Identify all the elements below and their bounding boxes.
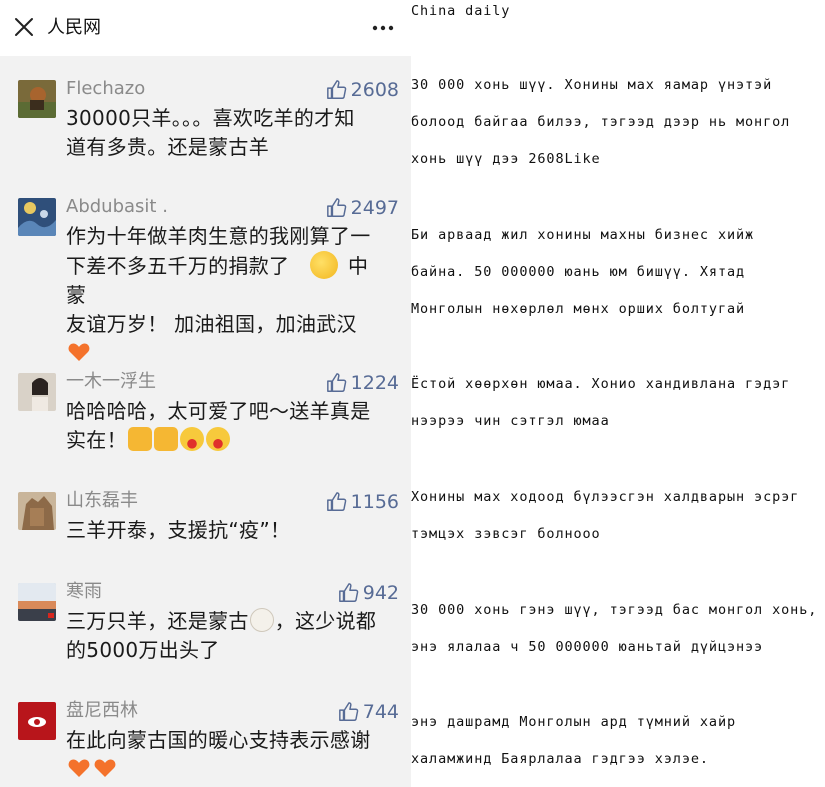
comment-line: 三万只羊，还是蒙古 ，这少说都 — [66, 607, 386, 636]
like-count: 2608 — [350, 79, 399, 101]
comment-line: 下差不多五千万的捐款了 中蒙 — [66, 251, 386, 310]
username[interactable]: Flechazo — [66, 77, 145, 101]
comment-text: 作为十年做羊肉生意的我刚算了一 下差不多五千万的捐款了 中蒙 友谊万岁！ 加油祖… — [66, 222, 386, 368]
avatar[interactable] — [18, 198, 56, 236]
avatar[interactable] — [18, 373, 56, 411]
like-count: 744 — [362, 701, 399, 723]
like-button[interactable]: 1224 — [326, 370, 399, 396]
username[interactable]: 山东磊丰 — [66, 489, 138, 513]
comment-line: 道有多贵。还是蒙古羊 — [66, 135, 269, 159]
orange-heart-emoji — [94, 759, 116, 777]
translation-line: 30 000 хонь шүү. Хонины мах яамар үнэтэй — [411, 77, 773, 93]
thumbs-up-icon — [338, 583, 359, 602]
like-count: 1156 — [350, 491, 399, 513]
comment-text: 30000只羊。。。喜欢吃羊的才知 道有多贵。还是蒙古羊 — [66, 104, 386, 162]
translation-line: энэ дашрамд Монголын ард түмний хайр — [411, 714, 736, 730]
comment-line: 作为十年做羊肉生意的我刚算了一 — [66, 224, 371, 248]
comment-fragment: ，这少说都 — [274, 609, 377, 633]
translation-line: халамжинд Баярлалаа гэдгээ хэлэе. — [411, 751, 709, 767]
thinking-emoji — [309, 251, 338, 279]
orange-heart-emoji — [68, 759, 90, 777]
comment-line — [66, 339, 386, 368]
shocked-face-emoji — [205, 427, 230, 451]
translation-line: байна. 50 000000 юань юм бишүү. Хятад — [411, 264, 746, 280]
translation-line: болоод байгаа билээ, тэгээд дээр нь монг… — [411, 114, 791, 130]
comment-line: 实在！ — [66, 426, 386, 455]
comment-text: 三万只羊，还是蒙古 ，这少说都 的5000万出头了 — [66, 607, 386, 665]
translation-block: Би арваад жил хонины махны бизнес хийж б… — [411, 225, 825, 336]
username[interactable]: 一木一浮生 — [66, 370, 156, 394]
like-count: 1224 — [350, 372, 399, 394]
top-bar: 人民网 — [0, 0, 413, 56]
comment-fragment: 下差不多五千万的捐款了 — [66, 254, 290, 278]
phone-screenshot: 人民网 Flechazo 2608 30000只羊。。。喜欢吃羊的才知 道有多贵… — [0, 0, 413, 787]
comment-text: 三羊开泰，支援抗“疫”！ — [66, 516, 386, 545]
thumbs-up-icon — [326, 492, 346, 511]
translation-line: 30 000 хонь гэнэ шүү, тэгээд бас монгол … — [411, 602, 818, 618]
avatar[interactable] — [18, 702, 56, 740]
translation-line: тэмцэх зэвсэг болнооо — [411, 526, 601, 542]
translation-line: Хонины мах ходоод бүлээсгэн халдварын эс… — [411, 489, 800, 505]
translation-line: Би арваад жил хонины махны бизнес хийж — [411, 227, 755, 243]
comment-line: 三羊开泰，支援抗“疫”！ — [66, 518, 291, 542]
thumbs-up-icon — [338, 702, 359, 721]
like-button[interactable]: 2497 — [326, 195, 399, 221]
comment-fragment: 三万只羊，还是蒙古 — [66, 609, 249, 633]
sheep-emoji — [249, 608, 274, 632]
thumbs-up-emoji — [127, 427, 152, 451]
shocked-face-emoji — [179, 427, 204, 451]
like-button[interactable]: 2608 — [326, 77, 399, 103]
orange-heart-emoji — [68, 343, 90, 361]
translation-block: Хонины мах ходоод бүлээсгэн халдварын эс… — [411, 487, 825, 561]
avatar[interactable] — [18, 492, 56, 530]
like-count: 2497 — [350, 197, 399, 219]
translation-block: 30 000 хонь шүү. Хонины мах яамар үнэтэй… — [411, 75, 825, 186]
thumbs-up-icon — [326, 198, 346, 217]
page-title: 人民网 — [47, 17, 101, 38]
like-button[interactable]: 942 — [338, 580, 399, 606]
username[interactable]: 盘尼西林 — [66, 699, 138, 723]
like-button[interactable]: 1156 — [326, 489, 399, 515]
comment-text: 在此向蒙古国的暖心支持表示感谢 — [66, 726, 386, 784]
comment-line: 30000只羊。。。喜欢吃羊的才知 — [66, 106, 355, 130]
comment-line — [66, 755, 386, 784]
comment-line: 友谊万岁！ 加油祖国，加油武汉 — [66, 312, 357, 336]
thumbs-up-emoji — [153, 427, 178, 451]
like-button[interactable]: 744 — [338, 699, 399, 725]
translation-block: Ёстой хөөрхөн юмаа. Хонио хандивлана гэд… — [411, 374, 825, 448]
thumbs-up-icon — [326, 373, 346, 392]
source-label: China daily — [411, 3, 511, 19]
more-dots-icon[interactable] — [371, 23, 395, 33]
avatar[interactable] — [18, 80, 56, 118]
translation-line: нээрээ чин сэтгэл юмаа — [411, 413, 610, 429]
translation-panel: China daily 30 000 хонь шүү. Хонины мах … — [411, 0, 825, 787]
translation-line: Ёстой хөөрхөн юмаа. Хонио хандивлана гэд… — [411, 376, 791, 392]
comment-line: 哈哈哈哈，太可爱了吧～送羊真是 — [66, 399, 371, 423]
translation-line: энэ ялалаа ч 50 000000 юаньтай дүйцэнээ — [411, 639, 764, 655]
username[interactable]: 寒雨 — [66, 580, 102, 604]
thumbs-up-icon — [326, 80, 346, 99]
translation-block: 30 000 хонь гэнэ шүү, тэгээд бас монгол … — [411, 600, 825, 674]
translation-block: энэ дашрамд Монголын ард түмний хайр хал… — [411, 712, 825, 786]
close-icon[interactable] — [14, 17, 34, 37]
comment-fragment: 实在！ — [66, 428, 127, 452]
translation-line: Монголын нөхөрлөл мөнх орших болтугай — [411, 301, 746, 317]
avatar[interactable] — [18, 583, 56, 621]
comment-line: 在此向蒙古国的暖心支持表示感谢 — [66, 728, 371, 752]
translation-line: хонь шүү дээ 2608Like — [411, 151, 601, 167]
comment-text: 哈哈哈哈，太可爱了吧～送羊真是 实在！ — [66, 397, 386, 455]
comment-line: 的5000万出头了 — [66, 638, 220, 662]
username[interactable]: Abdubasit . — [66, 195, 168, 219]
like-count: 942 — [362, 582, 399, 604]
